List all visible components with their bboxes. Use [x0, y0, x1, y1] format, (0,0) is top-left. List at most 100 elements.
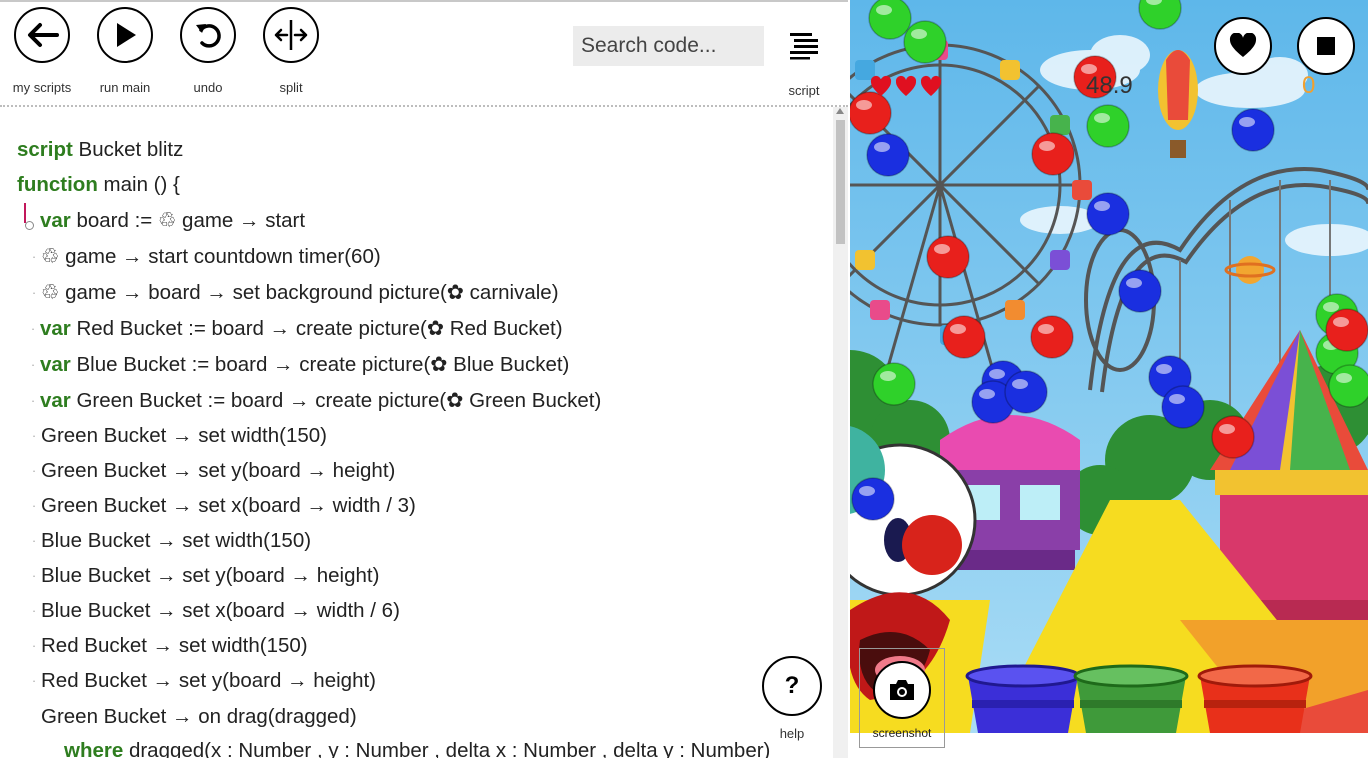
- search-code-input[interactable]: [573, 26, 764, 66]
- code-text: board := ♲ game → start: [70, 209, 306, 232]
- blue-ball: [1118, 269, 1162, 313]
- code-line[interactable]: · var Blue Bucket := board → create pictu…: [26, 349, 570, 381]
- screenshot-label: screenshot: [872, 726, 932, 740]
- blue-bucket: [965, 664, 1081, 733]
- life-heart-icon: [895, 75, 917, 96]
- code-line[interactable]: · ♲ game → board → set background picture…: [27, 277, 559, 309]
- indent-dot: ·: [31, 638, 37, 653]
- heart-button[interactable]: [1214, 17, 1272, 75]
- code-line[interactable]: function main () {: [17, 169, 180, 201]
- help-label: help: [779, 726, 805, 741]
- split-button[interactable]: split: [251, 7, 331, 95]
- ball-highlight: [911, 29, 927, 39]
- indent-dot: ·: [31, 568, 37, 583]
- indent-dot: ·: [30, 357, 36, 372]
- script-lines-icon: [790, 33, 818, 60]
- countdown-timer: 48.9: [1086, 72, 1133, 99]
- code-line[interactable]: var board := ♲ game → start: [40, 205, 305, 237]
- code-line[interactable]: · var Red Bucket := board → create pictur…: [26, 313, 563, 345]
- score-display: 0: [1302, 72, 1316, 99]
- green-ball: [903, 20, 947, 64]
- undo-button[interactable]: undo: [168, 7, 248, 95]
- red-ball: [942, 315, 986, 359]
- code-text: Red Bucket := board → create picture(✿ R…: [70, 317, 563, 340]
- code-line[interactable]: · Blue Bucket → set y(board → height): [27, 560, 380, 592]
- indent-dot: ·: [30, 321, 36, 336]
- ball-highlight: [856, 100, 872, 110]
- green-bucket: [1073, 664, 1189, 733]
- help-button[interactable]: ? help: [762, 656, 822, 741]
- game-board[interactable]: [850, 0, 1368, 733]
- ball-highlight: [934, 244, 950, 254]
- code-line[interactable]: · Blue Bucket → set x(board → width / 6): [27, 595, 400, 627]
- toolbar-divider: [0, 105, 848, 107]
- green-ball: [1086, 104, 1130, 148]
- indent-dot: ·: [31, 285, 37, 300]
- code-keyword: var: [40, 317, 71, 340]
- code-keyword: var: [40, 353, 71, 376]
- run-main-button[interactable]: run main: [85, 7, 165, 95]
- ball-highlight: [1333, 317, 1349, 327]
- ball-highlight: [1219, 424, 1235, 434]
- blue-ball: [1231, 108, 1275, 152]
- indent-dot: ·: [31, 249, 37, 264]
- stop-icon: [1317, 37, 1335, 55]
- code-keyword: where: [64, 739, 124, 758]
- indent-dot: ·: [31, 603, 37, 618]
- clock-marker-icon: [25, 221, 34, 230]
- code-line[interactable]: · Green Bucket → set x(board → width / 3): [27, 490, 416, 522]
- code-text: Red Bucket → set y(board → height): [41, 669, 376, 692]
- ball-highlight: [876, 5, 892, 15]
- ball-highlight: [1038, 324, 1054, 334]
- lives-hearts: [870, 75, 942, 96]
- script-button[interactable]: script: [774, 30, 834, 98]
- code-text: Red Bucket → set width(150): [41, 634, 308, 657]
- split-icon: [274, 20, 308, 50]
- question-icon: ?: [784, 672, 800, 699]
- blue-ball: [1161, 385, 1205, 429]
- code-view[interactable]: script Bucket blitz function main () { var…: [0, 132, 830, 758]
- code-text: ♲ game → board → set background picture(…: [41, 281, 559, 304]
- code-text: Green Bucket → on drag(dragged): [41, 705, 357, 728]
- code-line[interactable]: script Bucket blitz: [17, 134, 183, 166]
- editor-scrollbar-thumb[interactable]: [836, 120, 845, 244]
- code-line[interactable]: · var Green Bucket := board → create pict…: [26, 385, 601, 417]
- red-ball: [1030, 315, 1074, 359]
- code-text: Blue Bucket → set y(board → height): [41, 564, 380, 587]
- life-heart-icon: [920, 75, 942, 96]
- scroll-up-icon[interactable]: [836, 108, 844, 114]
- undo-icon: [196, 24, 221, 48]
- text-cursor: [24, 203, 26, 223]
- code-text: Blue Bucket := board → create picture(✿ …: [70, 353, 570, 376]
- code-keyword: var: [40, 209, 71, 232]
- red-bucket: [1197, 664, 1313, 733]
- ball-highlight: [1336, 373, 1352, 383]
- my-scripts-button[interactable]: my scripts: [2, 7, 82, 95]
- ball-highlight: [950, 324, 966, 334]
- code-text: Green Bucket → set y(board → height): [41, 459, 396, 482]
- ball-highlight: [1323, 302, 1339, 312]
- code-text: Blue Bucket → set width(150): [41, 529, 312, 552]
- code-line[interactable]: · Green Bucket → set width(150): [27, 420, 327, 452]
- ball-highlight: [874, 142, 890, 152]
- code-text: Green Bucket → set x(board → width / 3): [41, 494, 416, 517]
- code-text: Bucket blitz: [72, 138, 184, 161]
- ball-highlight: [880, 371, 896, 381]
- code-text: ♲ game → start countdown timer(60): [41, 245, 381, 268]
- code-line[interactable]: · Red Bucket → set width(150): [27, 630, 308, 662]
- code-line[interactable]: where dragged(x : Number , y : Number , …: [64, 735, 770, 758]
- life-heart-icon: [870, 75, 892, 96]
- code-line[interactable]: · ♲ game → start countdown timer(60): [27, 241, 381, 273]
- arrow-left-icon: [28, 23, 59, 47]
- ball-highlight: [989, 369, 1005, 379]
- screenshot-button[interactable]: screenshot: [859, 648, 945, 748]
- stop-button[interactable]: [1297, 17, 1355, 75]
- code-line[interactable]: · Red Bucket → set y(board → height): [27, 665, 376, 697]
- indent-dot: ·: [31, 463, 37, 478]
- ball-highlight: [1239, 117, 1255, 127]
- editor-toolbar: my scripts run main undo split Search co…: [0, 2, 848, 105]
- code-text: Blue Bucket → set x(board → width / 6): [41, 599, 400, 622]
- code-line[interactable]: · Blue Bucket → set width(150): [27, 525, 311, 557]
- code-line[interactable]: Green Bucket → on drag(dragged): [41, 701, 357, 733]
- code-line[interactable]: · Green Bucket → set y(board → height): [27, 455, 396, 487]
